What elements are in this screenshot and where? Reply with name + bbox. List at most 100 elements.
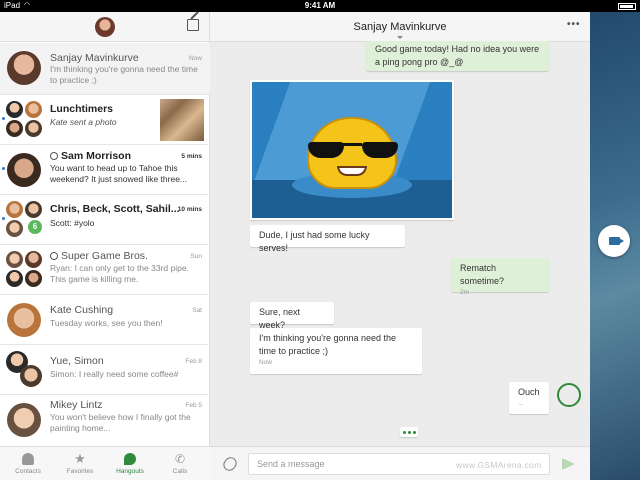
attachment-icon[interactable] [220, 454, 240, 474]
contact-avatar [557, 38, 581, 62]
avatar [6, 270, 23, 287]
chevron-down-icon[interactable] [397, 36, 403, 39]
tab-label: Calls [172, 468, 188, 475]
member-count-badge: 6 [28, 220, 42, 234]
chat-pane: Sanjay Mavinkurve ••• Good game today! H… [210, 12, 590, 480]
contact-avatar [218, 299, 242, 323]
message-text: Dude, I just had some lucky serves! [259, 230, 370, 253]
conversation-item[interactable]: Sanjay Mavinkurve Now I'm thinking you'r… [0, 43, 210, 95]
tab-label: Hangouts [116, 468, 144, 475]
clock: 9:41 AM [304, 1, 336, 10]
unread-indicator [2, 217, 5, 220]
tab-contacts[interactable]: Contacts [2, 447, 54, 480]
compose-icon[interactable] [187, 19, 199, 31]
conversation-item[interactable]: Yue, Simon Feb 8 Simon: I really need so… [0, 345, 210, 395]
avatar [7, 153, 41, 187]
unread-indicator [2, 117, 5, 120]
message-text: Ouch [518, 387, 540, 397]
conversation-name: Sam Morrison [50, 150, 131, 162]
conversation-snippet: Kate sent a photo [50, 117, 117, 127]
message-bubble[interactable]: Rematch sometime? 2m [451, 258, 549, 296]
status-bar: iPad ◠ 9:41 AM [0, 0, 640, 12]
conversation-time: Now [188, 55, 202, 62]
message-text: Sure, next week? [259, 307, 301, 330]
conversation-name: Mikey Lintz [50, 399, 103, 411]
tab-favorites[interactable]: ★ Favorites [54, 447, 106, 480]
message-time: 2m [460, 289, 470, 296]
contacts-icon [22, 453, 34, 465]
conversation-name: Kate Cushing [50, 304, 114, 316]
sunglasses-emoji-sticker [252, 82, 452, 218]
list-header [0, 12, 209, 42]
message-bubble[interactable]: Good game today! Had no idea you were a … [366, 41, 549, 71]
my-avatar[interactable] [95, 17, 115, 37]
conversation-snippet: Tuesday works, see you then! [50, 318, 163, 328]
conversation-name: Sanjay Mavinkurve [50, 52, 139, 64]
conversation-snippet: You won't believe how I finally got the … [50, 412, 191, 433]
conversation-snippet: Scott: #yolo [50, 218, 95, 228]
unread-indicator [2, 167, 5, 170]
contact-avatar [218, 80, 242, 104]
message-text: Good game today! Had no idea you were a … [375, 44, 540, 67]
avatar [6, 101, 23, 118]
message-bubble[interactable]: Dude, I just had some lucky serves! [250, 225, 405, 253]
conversation-item[interactable]: 6 Chris, Beck, Scott, Sahil... 10 mins S… [0, 195, 210, 245]
circle-icon [50, 152, 58, 160]
avatar [25, 270, 42, 287]
conversation-snippet: Simon: I really need some coffee# [50, 369, 179, 379]
conversation-item[interactable]: Super Game Bros. Sun Ryan: I can only ge… [0, 245, 210, 295]
message-bubble[interactable]: I'm thinking you're gonna need the time … [250, 328, 422, 374]
avatar [6, 220, 23, 237]
avatar [6, 201, 23, 218]
circle-icon [50, 252, 58, 260]
message-status: ... [518, 400, 524, 407]
avatar [7, 51, 41, 85]
typing-avatar [381, 425, 396, 440]
conversation-item[interactable]: Sam Morrison 5 mins You want to head up … [0, 145, 210, 195]
conversation-time: 10 mins [177, 206, 202, 213]
message-bubble[interactable]: Sure, next week? [250, 302, 334, 330]
conversation-name: Super Game Bros. [50, 250, 148, 262]
hangouts-app: Sanjay Mavinkurve Now I'm thinking you'r… [0, 12, 590, 480]
conversation-list-pane: Sanjay Mavinkurve Now I'm thinking you'r… [0, 12, 210, 480]
contact-avatar [557, 258, 581, 282]
tab-label: Contacts [15, 468, 41, 475]
message-bubble[interactable]: Ouch ... [509, 382, 549, 414]
more-options-icon[interactable]: ••• [567, 19, 581, 30]
watermark: www.GSMArena.com [456, 460, 542, 470]
video-camera-icon [608, 237, 624, 245]
avatar [25, 251, 42, 268]
phone-icon: ✆ [174, 452, 186, 466]
message-time: Now [259, 359, 273, 366]
tab-hangouts[interactable]: Hangouts [104, 447, 156, 480]
chat-title[interactable]: Sanjay Mavinkurve [210, 21, 590, 33]
tab-label: Favorites [66, 468, 94, 475]
avatar [25, 120, 42, 137]
conversation-snippet: I'm thinking you're gonna need the time … [50, 64, 198, 85]
avatar [25, 201, 42, 218]
avatar [7, 403, 41, 437]
conversation-time: Sat [192, 307, 202, 314]
conversation-snippet: Ryan: I can only get to the 33rd pipe. T… [50, 263, 189, 284]
conversation-item[interactable]: Mikey Lintz Feb 5 You won't believe how … [0, 395, 210, 446]
conversation-time: 5 mins [181, 153, 202, 160]
star-icon: ★ [74, 451, 86, 466]
conversation-item[interactable]: Lunchtimers Kate sent a photo [0, 95, 210, 145]
photo-thumbnail[interactable] [160, 99, 204, 141]
avatar [6, 251, 23, 268]
bottom-tab-bar: Contacts ★ Favorites Hangouts ✆ Calls [0, 446, 210, 480]
video-call-button[interactable] [598, 225, 630, 257]
message-text: Rematch sometime? [460, 263, 505, 286]
message-composer: www.GSMArena.com [210, 446, 590, 480]
hangouts-icon [124, 453, 136, 465]
avatar [6, 120, 23, 137]
conversation-snippet: You want to head up to Tahoe this weeken… [50, 163, 188, 184]
conversation-name: Lunchtimers [50, 103, 114, 115]
conversation-item[interactable]: Kate Cushing Sat Tuesday works, see you … [0, 295, 210, 345]
conversation-time: Sun [190, 253, 202, 260]
send-icon[interactable] [562, 458, 575, 470]
sticker-message[interactable] [250, 80, 454, 220]
contact-avatar [557, 383, 581, 407]
avatar [20, 365, 42, 387]
tab-calls[interactable]: ✆ Calls [154, 447, 206, 480]
